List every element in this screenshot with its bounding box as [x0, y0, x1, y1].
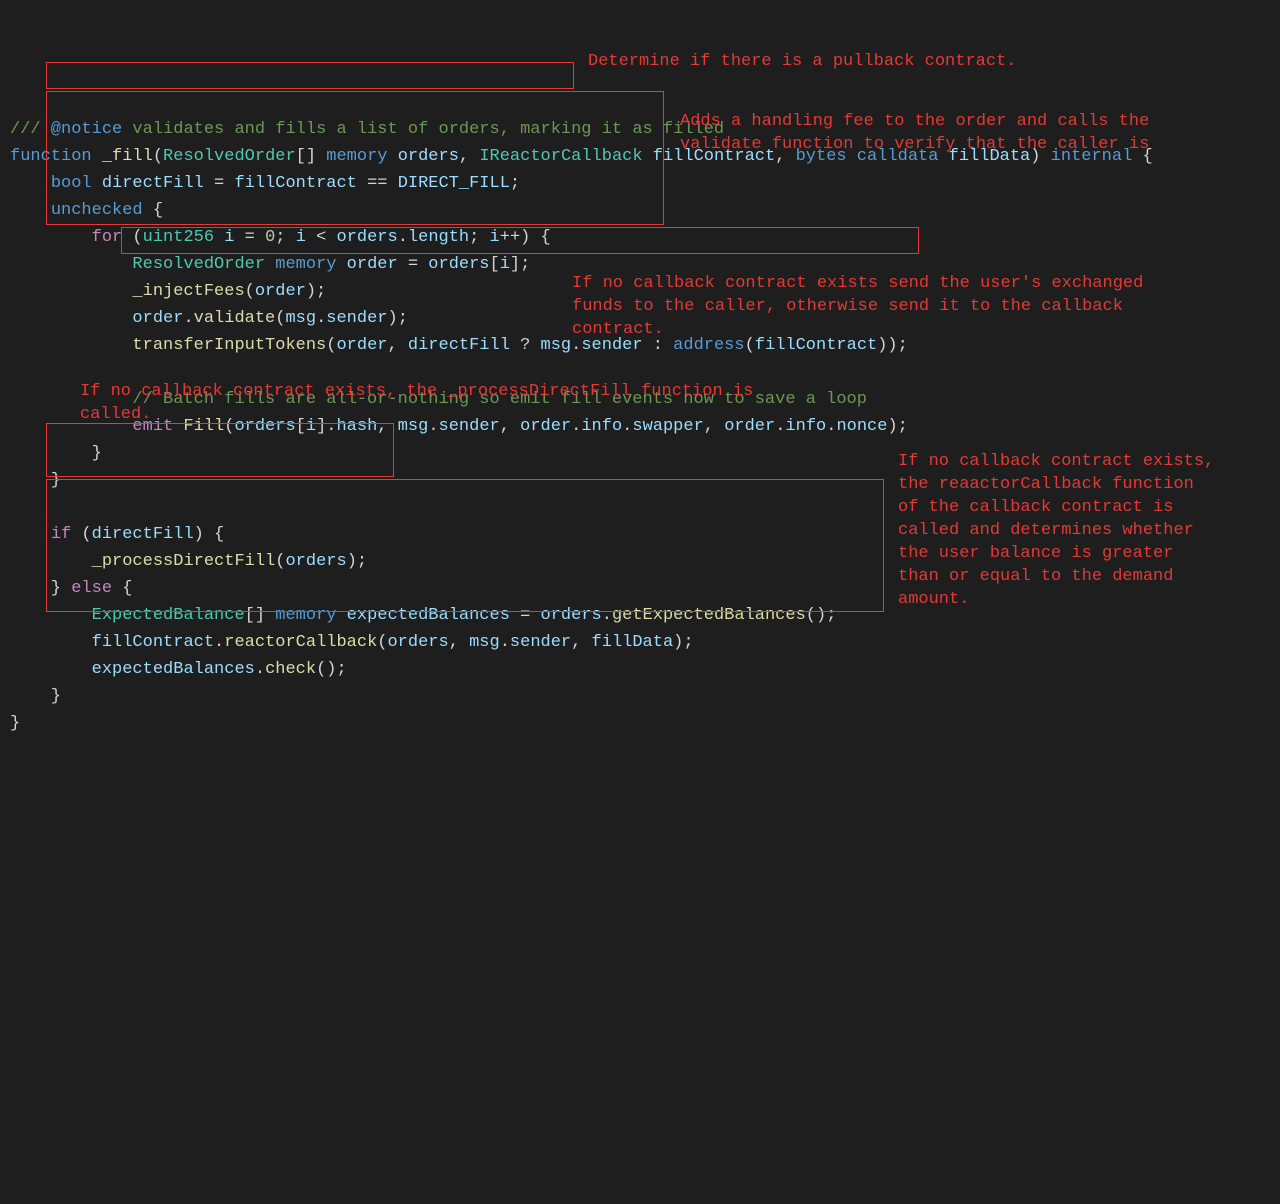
comment: ///: [10, 120, 41, 139]
type: IReactorCallback: [479, 147, 642, 166]
code-block: /// @notice validates and fills a list o…: [10, 116, 1270, 737]
kw-unchecked: unchecked: [51, 201, 143, 220]
annotation-tag: @notice: [41, 120, 123, 139]
type: ResolvedOrder: [163, 147, 296, 166]
kw-if: if: [51, 525, 71, 544]
annotation-4: If no callback contract exists, the _pro…: [80, 380, 780, 426]
fn-name: _fill: [92, 147, 153, 166]
kw-for: for: [92, 228, 123, 247]
type-bool: bool: [51, 174, 92, 193]
kw-function: function: [10, 147, 92, 166]
annotation-2: Adds a handling fee to the order and cal…: [680, 110, 1150, 156]
annotation-3: If no callback contract exists send the …: [572, 272, 1162, 341]
kw-else: else: [71, 579, 112, 598]
param: orders: [388, 147, 459, 166]
highlight-box-1: [46, 62, 574, 89]
comment-text: validates and fills a list of orders, ma…: [122, 120, 724, 139]
annotation-5: If no callback contract exists, the reaa…: [898, 450, 1218, 611]
annotation-1: Determine if there is a pullback contrac…: [588, 50, 1088, 73]
